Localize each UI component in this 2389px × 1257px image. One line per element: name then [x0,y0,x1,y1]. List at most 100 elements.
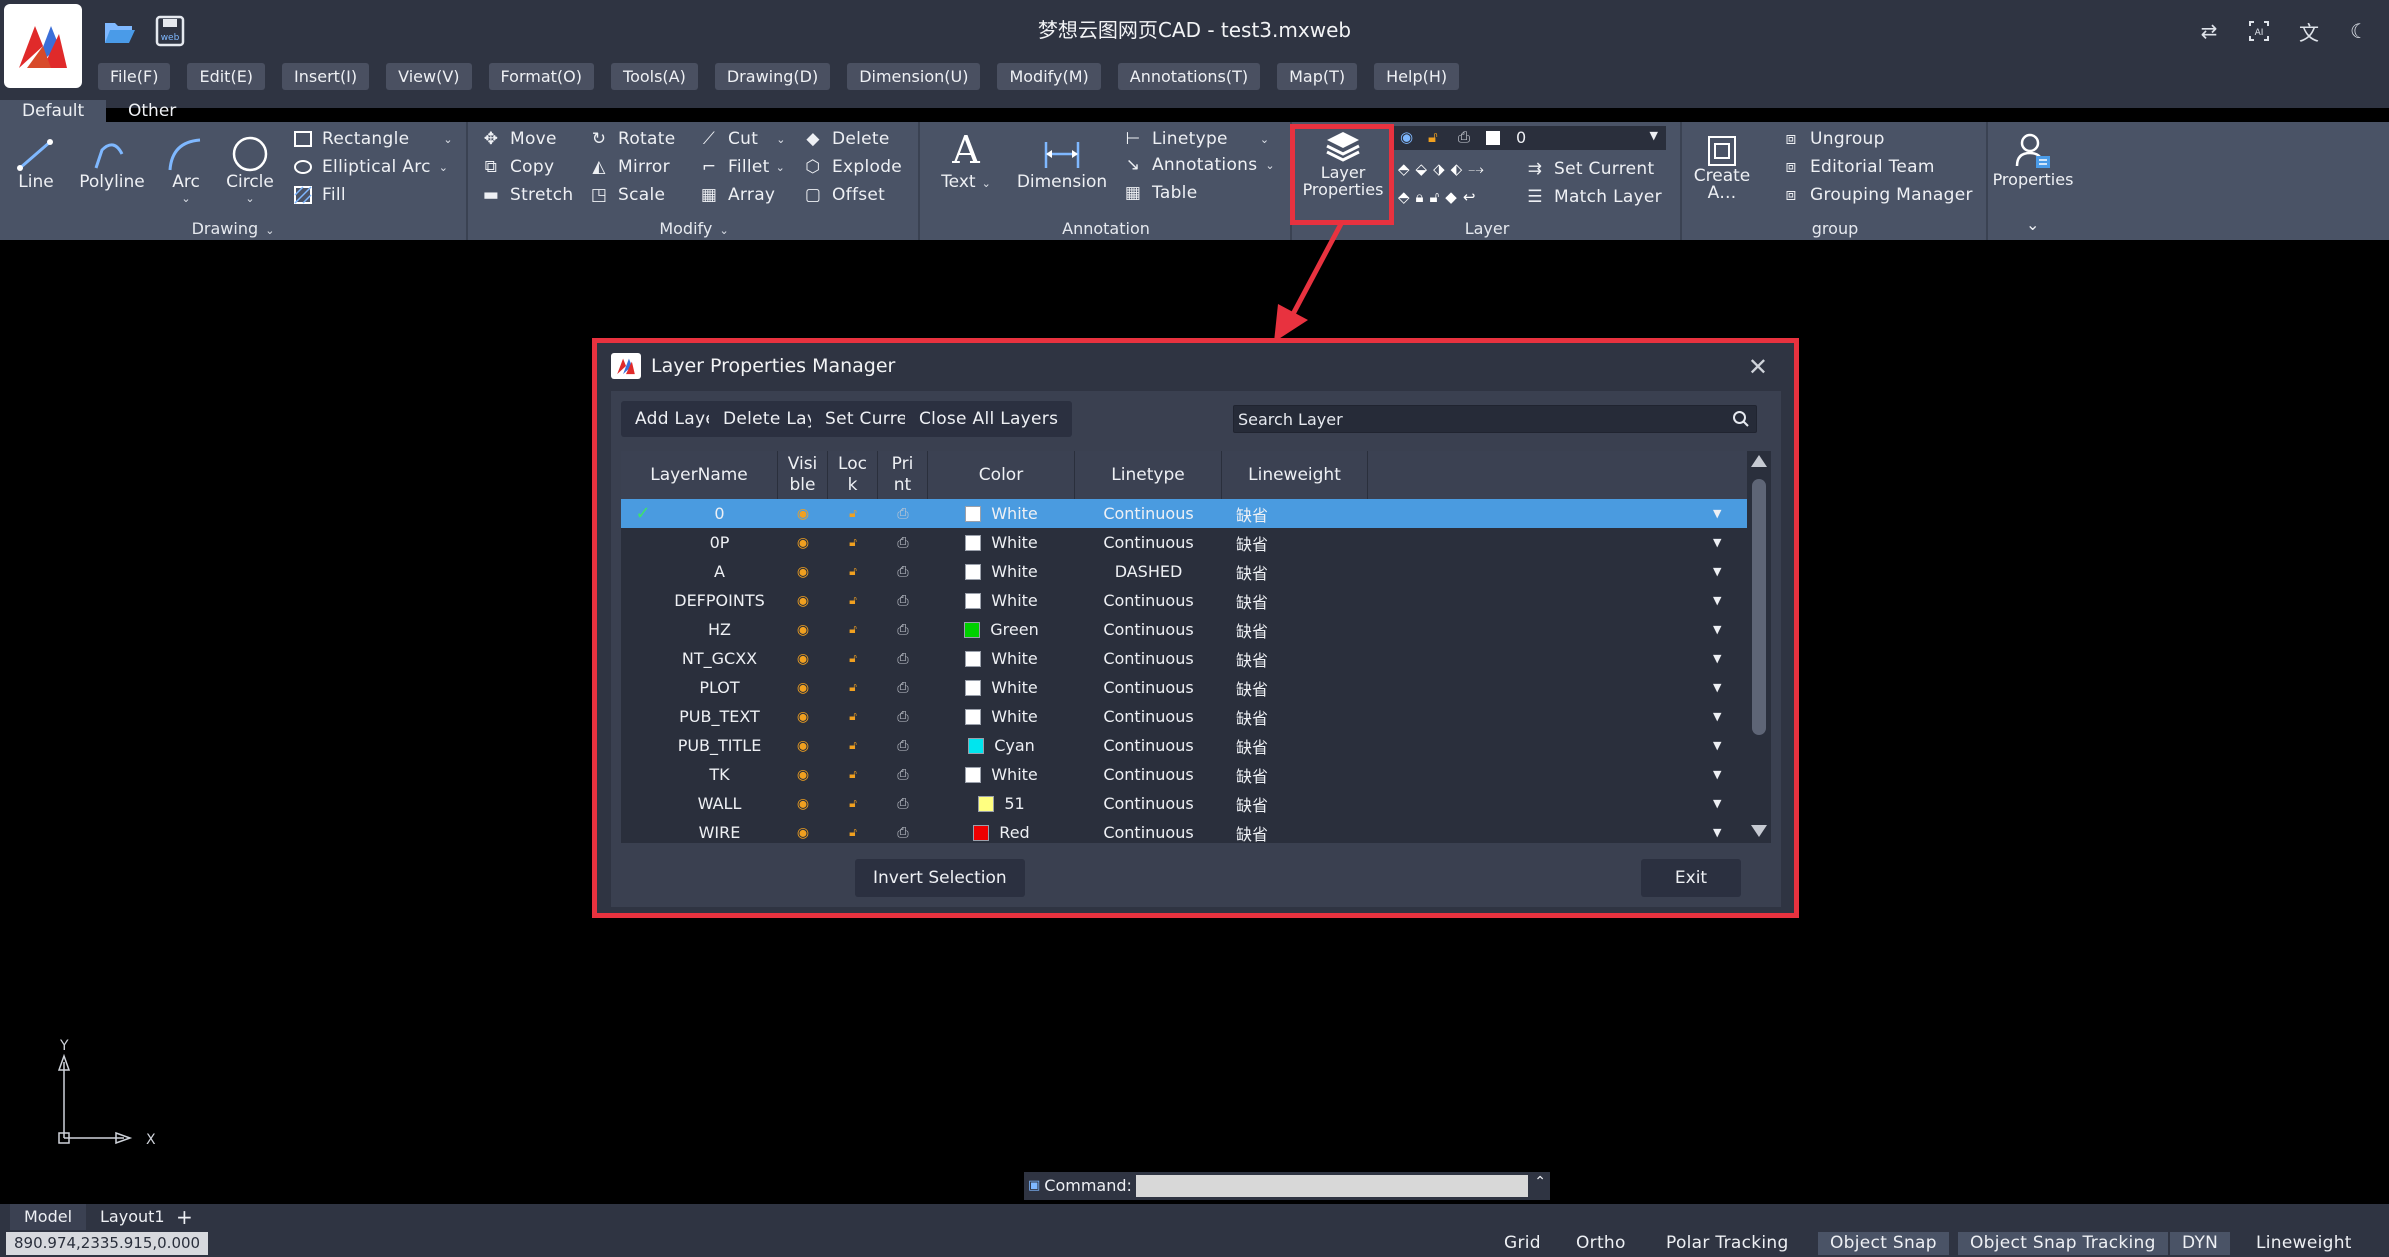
status-grid-toggle[interactable]: Grid [1492,1232,1553,1255]
stretch-tool[interactable]: ▬ Stretch [480,182,573,208]
col-lineweight[interactable]: Lineweight [1222,451,1368,499]
visible-eye-icon[interactable]: ◉ [778,644,828,673]
status-object-snap-tracking-toggle[interactable]: Object Snap Tracking [1958,1232,2168,1255]
lineweight-cell[interactable]: 缺省 [1222,731,1282,760]
menu-tools[interactable]: Tools(A) [611,63,698,90]
visible-eye-icon[interactable]: ◉ [778,731,828,760]
lineweight-cell[interactable]: 缺省 [1222,673,1282,702]
table-scrollbar[interactable] [1747,451,1771,843]
set-current-layer-button[interactable]: ⇉ Set Current [1524,156,1654,182]
menu-format[interactable]: Format(O) [488,63,595,90]
save-web-icon[interactable]: web [152,14,188,48]
lineweight-cell[interactable]: 缺省 [1222,615,1282,644]
layer-lock-icon[interactable]: 🔒︎ [1416,188,1424,206]
rotate-tool[interactable]: ↻ Rotate [588,126,675,152]
table-row[interactable]: PLOT ◉ 🔓︎ ⎙ White Continuous 缺省 ▼ [621,673,1747,702]
cut-dropdown-icon[interactable]: ⌄ [776,133,786,146]
annotations-dropdown-icon[interactable]: ⌄ [1265,159,1275,172]
table-row[interactable]: WALL ◉ 🔓︎ ⎙ 51 Continuous 缺省 ▼ [621,789,1747,818]
color-cell[interactable]: White [928,499,1075,528]
linetype-cell[interactable]: Continuous [1075,644,1222,673]
exit-button[interactable]: Exit [1641,859,1741,897]
properties-button[interactable]: Properties [1990,128,2076,189]
visible-eye-icon[interactable]: ◉ [778,586,828,615]
dialog-titlebar[interactable]: Layer Properties Manager ✕ [597,343,1794,383]
linetype-cell[interactable]: Continuous [1075,731,1222,760]
lineweight-cell[interactable]: 缺省 [1222,702,1282,731]
lineweight-cell[interactable]: 缺省 [1222,789,1282,818]
chevron-down-icon[interactable]: ▼ [1713,557,1721,586]
chevron-down-icon[interactable]: ▼ [1713,615,1721,644]
scroll-down-icon[interactable] [1751,825,1767,837]
arc-dropdown-icon[interactable]: ⌄ [162,192,210,205]
match-layer-button[interactable]: ☰ Match Layer [1524,184,1662,210]
print-icon[interactable]: ⎙ [878,760,928,789]
print-icon[interactable]: ⎙ [878,499,928,528]
table-row[interactable]: NT_GCXX ◉ 🔓︎ ⎙ White Continuous 缺省 ▼ [621,644,1747,673]
col-layer-name[interactable]: LayerName [621,451,778,499]
print-icon[interactable]: ⎙ [878,818,928,843]
color-cell[interactable]: White [928,528,1075,557]
mirror-tool[interactable]: ◭ Mirror [588,154,670,180]
print-icon[interactable]: ⎙ [878,702,928,731]
modify-panel-title[interactable]: Modify ⌄ [470,219,918,238]
grouping-manager-button[interactable]: ⧈ Grouping Manager [1780,182,1973,208]
text-tool[interactable]: A Text ⌄ [936,128,996,192]
color-cell[interactable]: White [928,760,1075,789]
offset-tool[interactable]: ▢ Offset [802,182,885,208]
circle-dropdown-icon[interactable]: ⌄ [222,192,278,205]
visible-eye-icon[interactable]: ◉ [778,615,828,644]
menu-help[interactable]: Help(H) [1374,63,1460,90]
chevron-up-icon[interactable]: ⌃ [1534,1174,1546,1190]
search-input[interactable] [1234,406,1724,432]
table-row[interactable]: 0P ◉ 🔓︎ ⎙ White Continuous 缺省 ▼ [621,528,1747,557]
color-cell[interactable]: White [928,557,1075,586]
rectangle-tool[interactable]: Rectangle ⌄ [292,126,453,152]
color-cell[interactable]: White [928,673,1075,702]
color-cell[interactable]: Cyan [928,731,1075,760]
table-row[interactable]: DEFPOINTS ◉ 🔓︎ ⎙ White Continuous 缺省 ▼ [621,586,1747,615]
menu-insert[interactable]: Insert(I) [282,63,370,90]
color-cell[interactable]: Red [928,818,1075,843]
table-tool[interactable]: ▦ Table [1122,180,1197,206]
layer-isolate-icon[interactable]: ⬙ [1416,160,1428,178]
unlock-icon[interactable]: 🔓︎ [828,760,878,789]
table-row[interactable]: HZ ◉ 🔓︎ ⎙ Green Continuous 缺省 ▼ [621,615,1747,644]
explode-tool[interactable]: ⬡ Explode [802,154,902,180]
ai-icon[interactable]: AI [2244,16,2274,46]
close-all-layers-button[interactable]: Close All Layers [905,401,1073,437]
unlock-icon[interactable]: 🔓︎ [828,818,878,843]
unlock-icon[interactable]: 🔓︎ [828,731,878,760]
line-tool[interactable]: Line [10,128,62,192]
print-icon[interactable]: ⎙ [878,789,928,818]
layer-delete-icon[interactable]: ◆ [1445,188,1457,206]
lineweight-cell[interactable]: 缺省 [1222,760,1282,789]
menu-annotations[interactable]: Annotations(T) [1117,63,1261,90]
elliptical-arc-dropdown-icon[interactable]: ⌄ [439,161,449,174]
array-tool[interactable]: ▦ Array [698,182,775,208]
editorial-team-button[interactable]: ⧈ Editorial Team [1780,154,1935,180]
scroll-up-icon[interactable] [1751,455,1767,467]
layer-walk-icon[interactable]: ⬖ [1451,160,1463,178]
color-cell[interactable]: Green [928,615,1075,644]
elliptical-arc-tool[interactable]: Elliptical Arc ⌄ [292,154,448,180]
linetype-cell[interactable]: Continuous [1075,615,1222,644]
chevron-down-icon[interactable]: ▼ [1713,731,1721,760]
table-row[interactable]: ✓ 0 ◉ 🔓︎ ⎙ White Continuous 缺省 ▼ [621,499,1747,528]
chevron-down-icon[interactable]: ▼ [1713,586,1721,615]
chevron-down-icon[interactable]: ▼ [1713,499,1721,528]
col-visible[interactable]: Visi ble [778,451,828,499]
menu-modify[interactable]: Modify(M) [997,63,1101,90]
layer-off-icon[interactable]: ⬘ [1398,160,1410,178]
chevron-down-icon[interactable]: ⌄ [2026,215,2039,234]
unlock-icon[interactable]: 🔓︎ [828,789,878,818]
visible-eye-icon[interactable]: ◉ [778,760,828,789]
linetype-cell[interactable]: Continuous [1075,673,1222,702]
linetype-cell[interactable]: Continuous [1075,528,1222,557]
lineweight-cell[interactable]: 缺省 [1222,586,1282,615]
drawing-panel-title[interactable]: Drawing ⌄ [0,219,466,238]
color-cell[interactable]: White [928,586,1075,615]
menu-drawing[interactable]: Drawing(D) [714,63,831,90]
print-icon[interactable]: ⎙ [878,586,928,615]
invert-selection-button[interactable]: Invert Selection [855,859,1025,897]
